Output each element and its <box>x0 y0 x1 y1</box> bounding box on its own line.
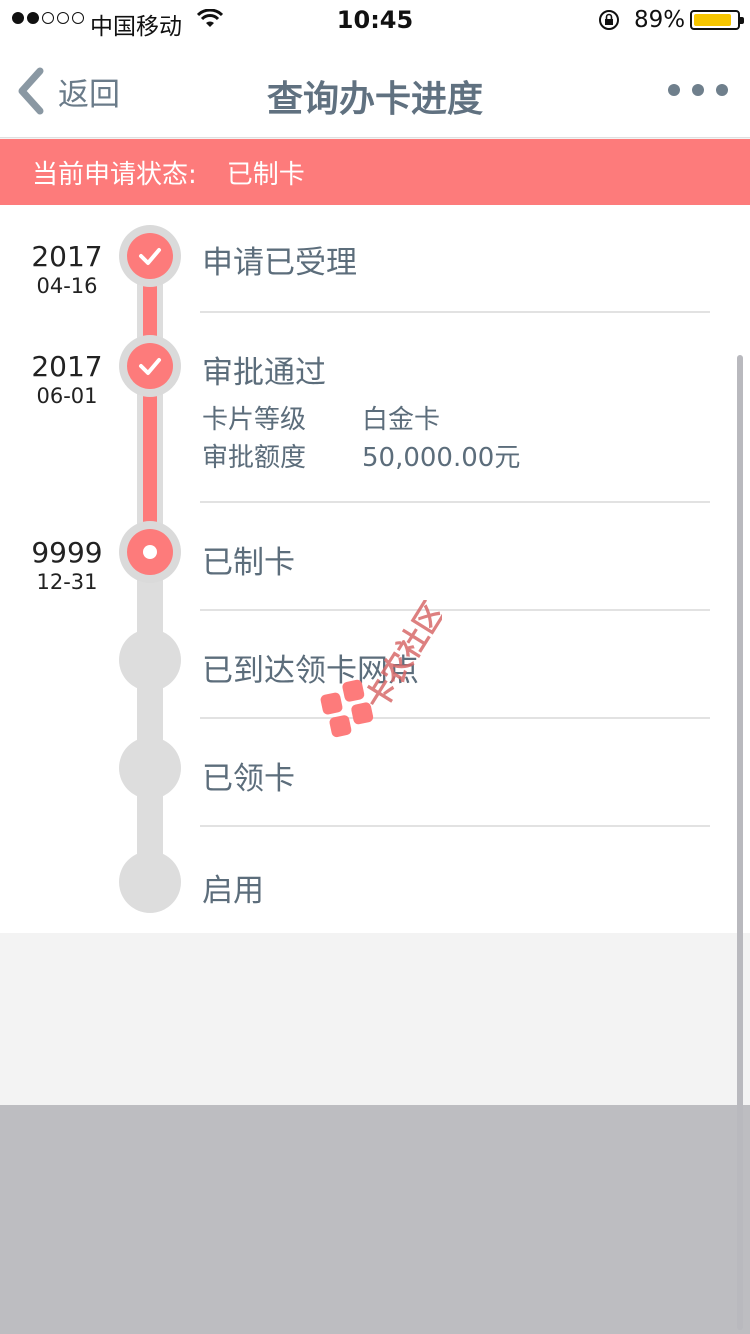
step-title: 已到达领卡网点 <box>202 653 419 689</box>
step-title: 申请已受理 <box>202 245 357 281</box>
navigation-bar: 返回 查询办卡进度 <box>0 40 750 138</box>
detail-key: 审批额度 <box>202 443 307 473</box>
page-title: 查询办卡进度 <box>266 79 483 120</box>
divider <box>200 311 710 313</box>
more-options-button[interactable] <box>668 84 728 96</box>
status-label: 当前申请状态: <box>32 159 197 190</box>
step-date: 9999 12-31 <box>31 536 103 595</box>
step-done-node <box>119 335 181 397</box>
detail-value: 白金卡 <box>362 405 441 435</box>
divider <box>200 825 710 827</box>
detail-row: 卡片等级 白金卡 <box>202 399 440 436</box>
status-value: 已制卡 <box>226 159 305 190</box>
current-dot-icon <box>143 545 157 559</box>
step-done-node <box>119 225 181 287</box>
status-bar: 中国移动 10:45 89% <box>0 0 750 40</box>
step-current-node <box>119 521 181 583</box>
more-horizontal-icon <box>668 84 680 96</box>
battery-fill <box>694 14 732 26</box>
scrollbar[interactable] <box>737 355 743 1330</box>
divider <box>200 717 710 719</box>
detail-row: 审批额度 50,000.00元 <box>202 437 520 474</box>
timeline-progress <box>143 255 157 555</box>
check-icon <box>139 248 161 265</box>
detail-value: 50,000.00元 <box>362 443 521 473</box>
bottom-area <box>0 1105 750 1334</box>
application-status-banner: 当前申请状态: 已制卡 <box>0 139 750 205</box>
progress-timeline: 2017 04-16 申请已受理 2017 06-01 审批通过 卡片等级 白金… <box>0 205 750 933</box>
check-icon <box>139 358 161 375</box>
step-title: 已制卡 <box>202 545 295 581</box>
step-pending-node <box>119 851 181 913</box>
step-pending-node <box>119 629 181 691</box>
step-date: 2017 06-01 <box>31 350 103 409</box>
step-title: 审批通过 <box>202 355 326 391</box>
page: 中国移动 10:45 89% 返回 查询办卡进度 当前申请状态: 已制卡 201… <box>0 0 750 1334</box>
divider <box>200 501 710 503</box>
step-pending-node <box>119 737 181 799</box>
battery-percent: 89% <box>634 7 686 33</box>
detail-key: 卡片等级 <box>202 405 307 435</box>
divider <box>200 609 710 611</box>
step-date: 2017 04-16 <box>31 240 103 299</box>
battery-icon <box>690 10 744 30</box>
step-title: 启用 <box>202 873 264 909</box>
step-title: 已领卡 <box>202 761 295 797</box>
rotation-lock-icon <box>599 10 619 30</box>
